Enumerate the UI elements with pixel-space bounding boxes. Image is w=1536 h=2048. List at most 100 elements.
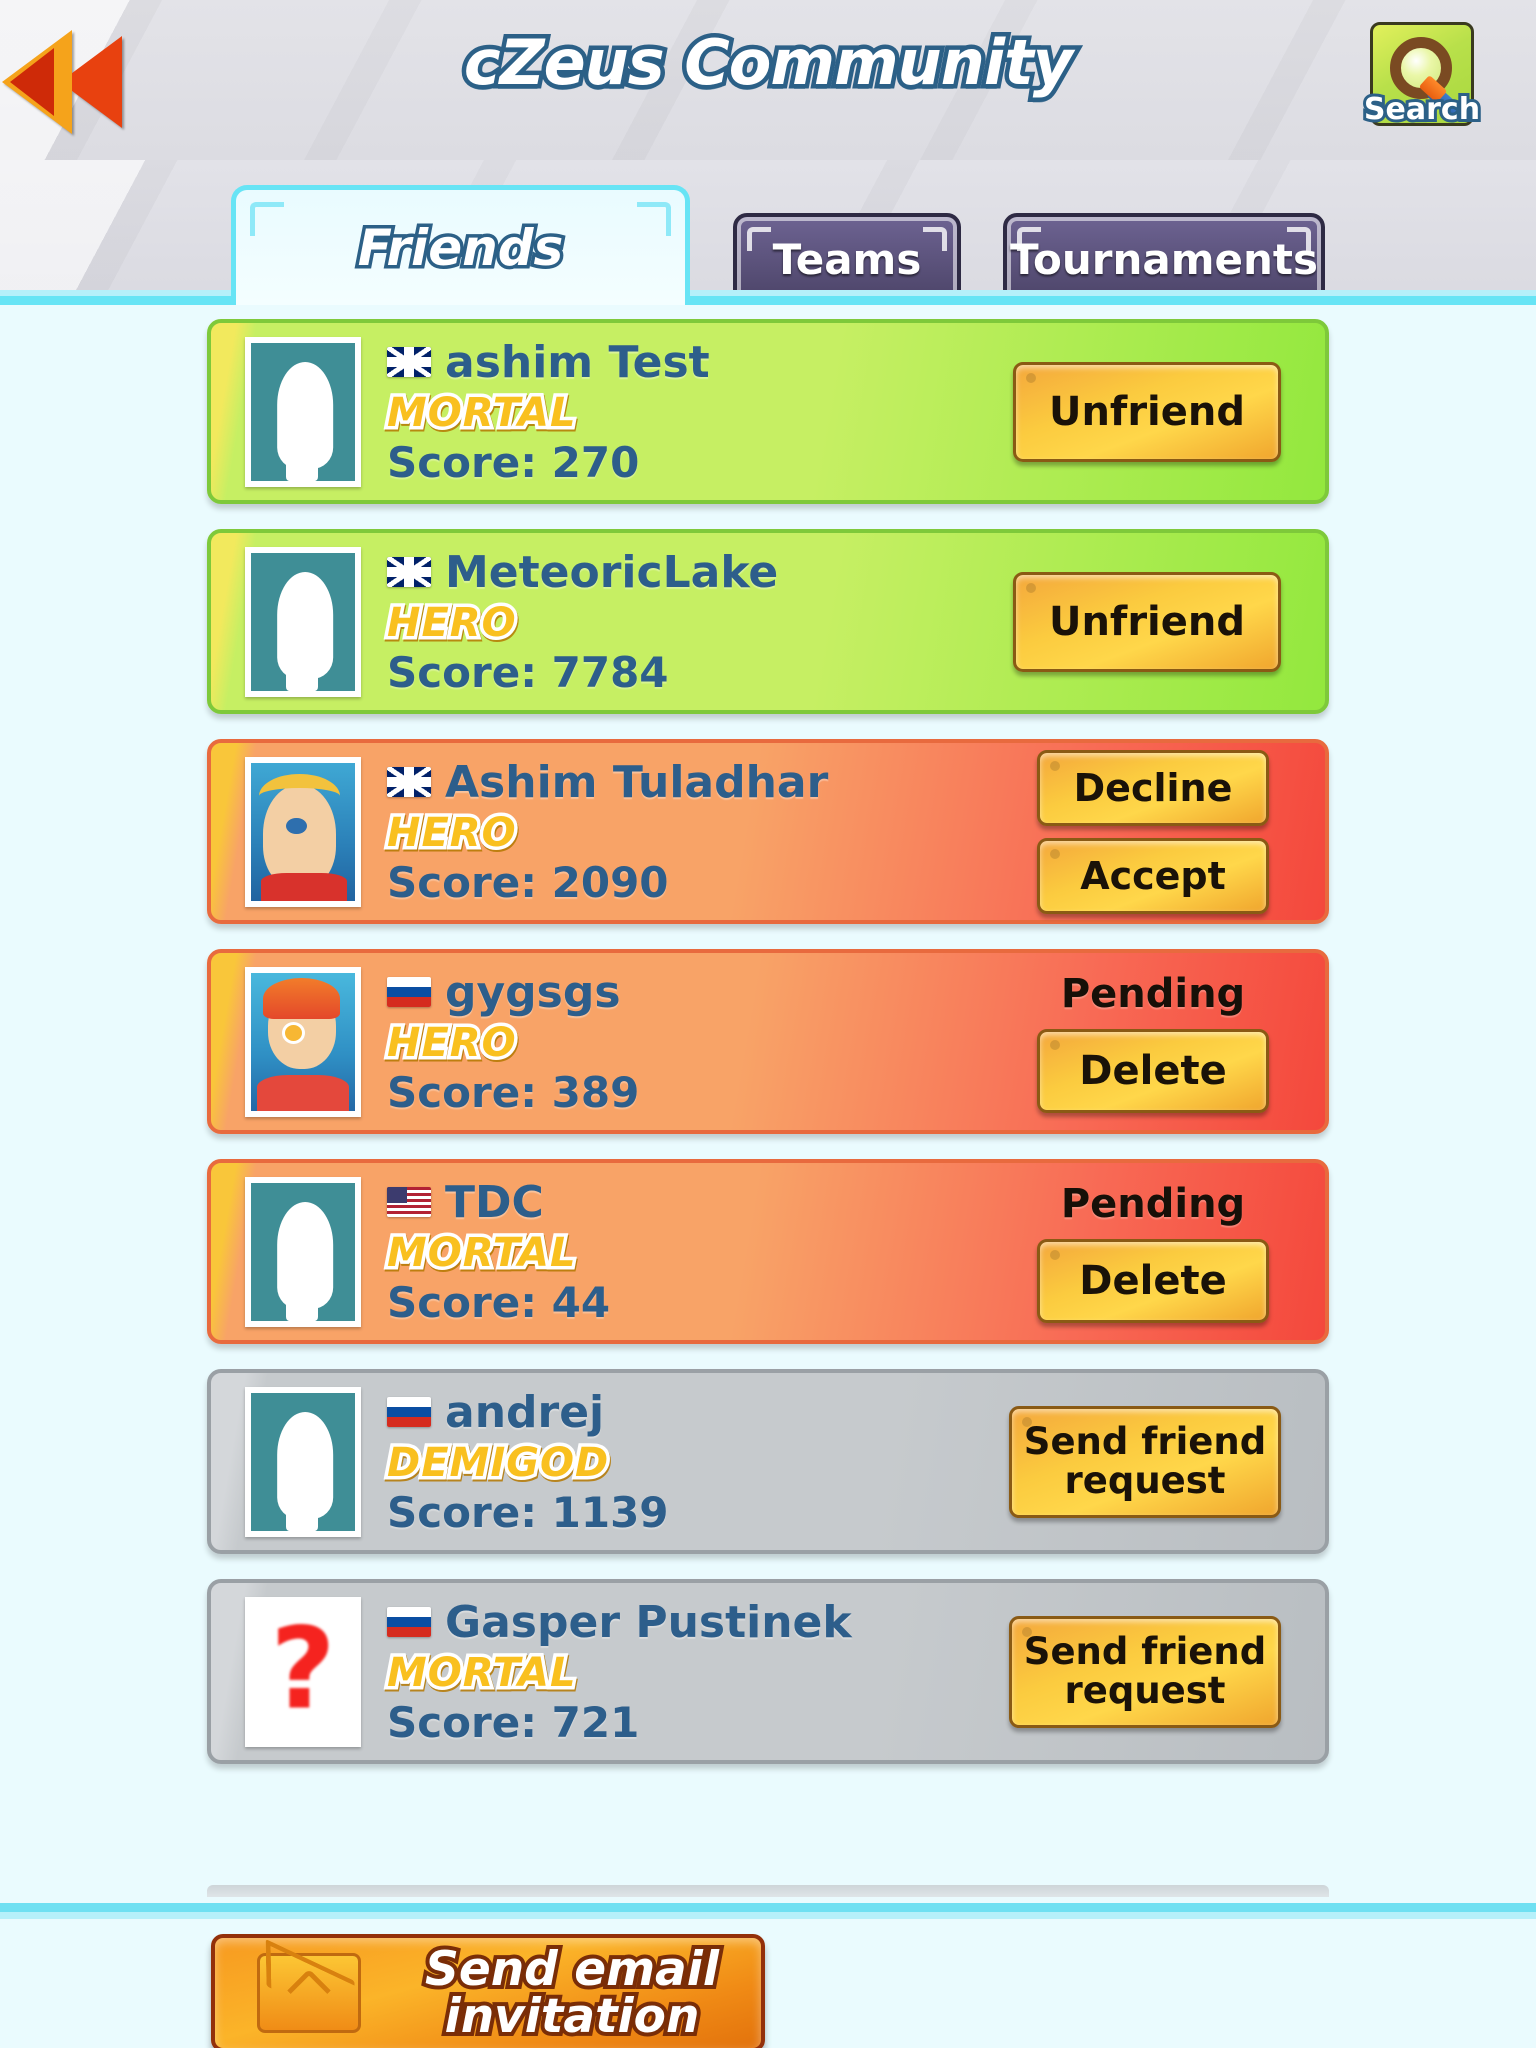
row-name-line: Ashim Tuladhar <box>387 757 1025 808</box>
player-score: Score: 2090 <box>387 857 669 907</box>
avatar <box>245 1176 361 1327</box>
row-actions: Decline Accept <box>1025 749 1325 914</box>
row-name-line: MeteoricLake <box>387 547 1013 598</box>
player-name: andrej <box>445 1386 605 1438</box>
table-row[interactable]: Ashim Tuladhar HERO Score: 2090 Decline … <box>207 739 1329 924</box>
envelope-icon <box>257 1953 361 2033</box>
player-score: Score: 389 <box>387 1067 640 1117</box>
flag-si-icon <box>387 1397 431 1427</box>
row-info: ashim Test MORTAL Score: 270 <box>384 337 1013 487</box>
player-rank: HERO <box>384 1016 520 1069</box>
player-name: Gasper Pustinek <box>445 1596 852 1648</box>
player-name: TDC <box>445 1176 544 1228</box>
avatar-silhouette-icon <box>251 1392 355 1531</box>
delete-button[interactable]: Delete <box>1037 1028 1269 1113</box>
ornament-corner-icon <box>923 227 947 251</box>
row-actions: Unfriend <box>1013 571 1325 672</box>
row-info: andrej DEMIGOD Score: 1139 <box>384 1387 1009 1537</box>
accept-button[interactable]: Accept <box>1037 837 1269 914</box>
flag-gb-icon <box>387 347 431 377</box>
avatar-unknown-icon: ? <box>251 1602 355 1741</box>
row-actions: Unfriend <box>1013 361 1325 462</box>
next-row-peek <box>207 1885 1329 1897</box>
avatar: ? <box>245 1596 361 1747</box>
avatar <box>245 1386 361 1537</box>
table-row[interactable]: ashim Test MORTAL Score: 270 Unfriend <box>207 319 1329 504</box>
row-name-line: TDC <box>387 1177 1025 1228</box>
crown-icon <box>259 773 341 818</box>
ornament-corner-icon <box>1287 227 1311 251</box>
tab-teams-label: Teams <box>772 234 922 284</box>
player-rank: MORTAL <box>384 386 579 439</box>
send-friend-request-button[interactable]: Send friend request <box>1009 1405 1281 1518</box>
row-name-line: gygsgs <box>387 967 1025 1018</box>
ornament-corner-icon <box>1017 227 1041 251</box>
player-name: ashim Test <box>445 336 710 388</box>
player-name: MeteoricLake <box>445 546 779 598</box>
table-row[interactable]: MeteoricLake HERO Score: 7784 Unfriend <box>207 529 1329 714</box>
app-header: cZeus Community Search <box>0 0 1536 160</box>
tab-tournaments-label: Tournaments <box>1009 234 1318 284</box>
ornament-corner-icon <box>250 202 284 236</box>
player-rank: HERO <box>384 806 520 859</box>
decline-button[interactable]: Decline <box>1037 749 1269 826</box>
eye-icon <box>282 1022 306 1045</box>
flag-us-icon <box>387 1187 431 1217</box>
table-row[interactable]: gygsgs HERO Score: 389 Pending Delete <box>207 949 1329 1134</box>
unfriend-button[interactable]: Unfriend <box>1013 361 1281 462</box>
player-rank: MORTAL <box>384 1226 579 1279</box>
hair-icon <box>263 978 341 1020</box>
avatar-hero-male-icon <box>251 762 355 901</box>
send-email-invitation-button[interactable]: Send email invitation <box>211 1934 765 2048</box>
tab-friends[interactable]: Friends <box>231 185 690 305</box>
row-name-line: ashim Test <box>387 337 1013 388</box>
table-row[interactable]: andrej DEMIGOD Score: 1139 Send friend r… <box>207 1369 1329 1554</box>
flag-si-icon <box>387 977 431 1007</box>
status-badge: Pending <box>1060 970 1246 1017</box>
tab-bar: Friends Teams Tournaments <box>0 160 1536 305</box>
player-score: Score: 721 <box>387 1697 640 1747</box>
row-actions: Send friend request <box>1009 1615 1325 1728</box>
row-name-line: andrej <box>387 1387 1009 1438</box>
unfriend-button[interactable]: Unfriend <box>1013 571 1281 672</box>
table-row[interactable]: ? Gasper Pustinek MORTAL Score: 721 Send… <box>207 1579 1329 1764</box>
row-actions: Pending Delete <box>1025 1181 1325 1323</box>
player-name: gygsgs <box>445 966 621 1018</box>
avatar-silhouette-icon <box>251 1182 355 1321</box>
player-score: Score: 44 <box>387 1277 611 1327</box>
page-title: cZeus Community <box>459 22 1077 104</box>
avatar-hero-female-icon <box>251 972 355 1111</box>
search-button-label: Search <box>1361 89 1483 130</box>
send-email-invitation-label: Send email invitation <box>421 1942 723 2044</box>
row-info: gygsgs HERO Score: 389 <box>384 967 1025 1117</box>
eye-icon <box>286 817 308 835</box>
flag-si-icon <box>387 1607 431 1637</box>
question-mark-icon: ? <box>270 1603 336 1734</box>
row-name-line: Gasper Pustinek <box>387 1597 1009 1648</box>
player-score: Score: 7784 <box>387 647 669 697</box>
footer-bar: Send email invitation <box>0 1903 1536 2048</box>
row-info: MeteoricLake HERO Score: 7784 <box>384 547 1013 697</box>
row-actions: Send friend request <box>1009 1405 1325 1518</box>
row-actions: Pending Delete <box>1025 971 1325 1113</box>
player-rank: DEMIGOD <box>384 1436 612 1489</box>
friends-list[interactable]: ashim Test MORTAL Score: 270 Unfriend Me… <box>0 305 1536 1903</box>
send-friend-request-button[interactable]: Send friend request <box>1009 1615 1281 1728</box>
ornament-corner-icon <box>637 202 671 236</box>
delete-button[interactable]: Delete <box>1037 1238 1269 1323</box>
row-info: Ashim Tuladhar HERO Score: 2090 <box>384 757 1025 907</box>
avatar <box>245 966 361 1117</box>
player-score: Score: 270 <box>387 437 640 487</box>
player-rank: HERO <box>384 596 520 649</box>
search-button[interactable]: Search <box>1361 22 1483 130</box>
table-row[interactable]: TDC MORTAL Score: 44 Pending Delete <box>207 1159 1329 1344</box>
status-badge: Pending <box>1060 1180 1246 1227</box>
row-info: TDC MORTAL Score: 44 <box>384 1177 1025 1327</box>
avatar-silhouette-icon <box>251 552 355 691</box>
avatar <box>245 336 361 487</box>
tab-friends-label: Friends <box>354 215 567 280</box>
ornament-corner-icon <box>747 227 771 251</box>
player-rank: MORTAL <box>384 1646 579 1699</box>
avatar-silhouette-icon <box>251 342 355 481</box>
player-name: Ashim Tuladhar <box>445 756 829 808</box>
